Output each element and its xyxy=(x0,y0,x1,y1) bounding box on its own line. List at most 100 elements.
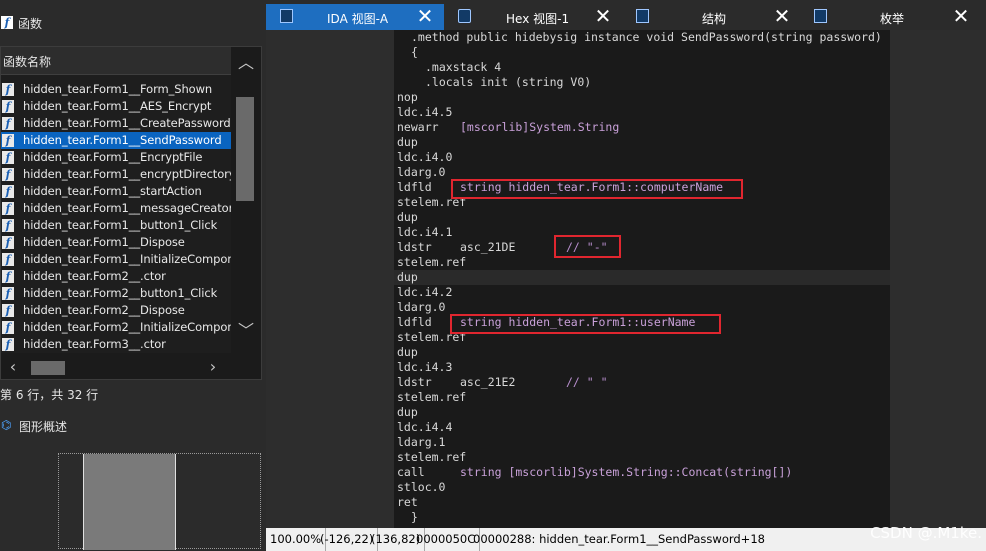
scroll-left-icon[interactable]: ‹ xyxy=(3,357,23,377)
close-icon[interactable]: ✕ xyxy=(771,5,793,27)
structures-icon xyxy=(636,9,649,23)
tab-label: IDA 视图-A xyxy=(327,12,389,26)
overview-viewport[interactable] xyxy=(83,454,176,550)
file-offset: 0000050C xyxy=(412,528,481,551)
code-mnemonic: ldfld xyxy=(397,315,432,329)
horizontal-scroll-thumb[interactable] xyxy=(31,361,65,375)
function-icon: f xyxy=(1,16,13,29)
function-list-item[interactable]: f hidden_tear.Form1__button1_Click xyxy=(1,217,231,234)
function-name: hidden_tear.Form1__messageCreator xyxy=(23,201,231,215)
function-name: hidden_tear.Form3__.ctor xyxy=(23,337,166,351)
functions-panel-title: 函数 xyxy=(18,17,43,31)
annotation-box-dash-comment xyxy=(554,235,621,258)
function-icon: f xyxy=(2,270,14,283)
function-list-item[interactable]: f hidden_tear.Form2__InitializeComponent xyxy=(1,319,231,336)
function-icon: f xyxy=(2,100,14,113)
function-icon: f xyxy=(2,338,14,351)
function-name: hidden_tear.Form1__startAction xyxy=(23,184,202,198)
code-mnemonic: ldarg.0 xyxy=(397,300,446,314)
tab-label: Hex 视图-1 xyxy=(506,12,570,26)
functions-list[interactable]: 函数名称 f hidden_tear.Form1__Form_Shown f hidd… xyxy=(0,46,262,380)
scroll-right-icon[interactable]: › xyxy=(203,357,223,377)
left-panel: f 函数 函数名称 f hidden_tear.Form1__Form_Shown… xyxy=(0,0,266,551)
graph-overview-canvas[interactable] xyxy=(58,453,261,550)
code-line[interactable]: dup xyxy=(394,270,890,285)
code-mnemonic: ldarg.0 xyxy=(397,165,446,179)
code-mnemonic: stelem.ref xyxy=(397,390,467,404)
code-mnemonic: ldstr xyxy=(397,240,432,254)
function-icon: f xyxy=(2,117,14,130)
code-mnemonic: ldc.i4.1 xyxy=(397,225,453,239)
function-list-item[interactable]: f hidden_tear.Form1__SendPassword xyxy=(1,132,231,149)
vertical-scrollbar[interactable]: ︿ ﹀ xyxy=(231,47,261,379)
code-mnemonic: ret xyxy=(397,495,418,509)
function-name: hidden_tear.Form1__button1_Click xyxy=(23,218,218,232)
code-mnemonic: dup xyxy=(397,345,418,359)
function-icon: f xyxy=(2,168,14,181)
function-list-item[interactable]: f hidden_tear.Form2__.ctor xyxy=(1,268,231,285)
function-rows: f hidden_tear.Form1__Form_Shown f hidden_te… xyxy=(1,81,231,353)
close-icon[interactable]: ✕ xyxy=(592,5,614,27)
tab-structures[interactable]: 结构 ✕ xyxy=(622,4,800,30)
vertical-scroll-thumb[interactable] xyxy=(236,97,254,201)
function-icon: f xyxy=(2,236,14,249)
disassembly-listing[interactable]: .method public hidebysig instance void S… xyxy=(394,30,890,528)
function-icon: f xyxy=(2,304,14,317)
code-operand[interactable]: [mscorlib]System.String xyxy=(460,120,619,135)
enums-icon xyxy=(814,9,827,23)
code-operand[interactable]: string [mscorlib]System.String::Concat(s… xyxy=(460,465,792,480)
function-list-item[interactable]: f hidden_tear.Form1__Form_Shown xyxy=(1,81,231,98)
function-list-item[interactable]: f hidden_tear.Form1__startAction xyxy=(1,183,231,200)
function-name: hidden_tear.Form2__.ctor xyxy=(23,269,166,283)
tab-bar: IDA 视图-A ✕ Hex 视图-1 ✕ 结构 ✕ 枚举 ✕ xyxy=(266,0,986,30)
function-list-item[interactable]: f hidden_tear.Form1__encryptDirectory xyxy=(1,166,231,183)
code-operand[interactable]: asc_21E2 xyxy=(460,375,515,390)
horizontal-scrollbar[interactable]: ‹ › xyxy=(1,353,231,379)
function-name: hidden_tear.Form1__Dispose xyxy=(23,235,185,249)
function-list-item[interactable]: f hidden_tear.Form1__EncryptFile xyxy=(1,149,231,166)
code-mnemonic: stloc.0 xyxy=(397,480,446,494)
graph-overview-icon: ⌬ xyxy=(1,418,12,432)
function-icon: f xyxy=(2,185,14,198)
code-mnemonic: .locals init (string V0) xyxy=(425,75,592,89)
ida-view-a[interactable]: .method public hidebysig instance void S… xyxy=(266,30,986,528)
function-list-item[interactable]: f hidden_tear.Form1__CreatePassword xyxy=(1,115,231,132)
code-operand[interactable]: asc_21DE xyxy=(460,240,515,255)
function-list-item[interactable]: f hidden_tear.Form1__Dispose xyxy=(1,234,231,251)
function-name: hidden_tear.Form1__InitializeComponent xyxy=(23,252,231,266)
function-list-item[interactable]: f hidden_tear.Form1__AES_Encrypt xyxy=(1,98,231,115)
row-count-status: 第 6 行，共 32 行 xyxy=(0,388,99,402)
function-icon: f xyxy=(2,202,14,215)
code-comment: // " " xyxy=(566,375,608,389)
annotation-box-username xyxy=(450,314,721,334)
function-icon: f xyxy=(2,151,14,164)
function-list-item[interactable]: f hidden_tear.Form2__Dispose xyxy=(1,302,231,319)
scroll-up-icon[interactable]: ︿ xyxy=(235,53,257,73)
tab-label: 枚举 xyxy=(880,12,905,26)
function-name: hidden_tear.Form1__SendPassword xyxy=(23,133,222,147)
tab-enums[interactable]: 枚举 ✕ xyxy=(800,4,986,30)
function-list-item[interactable]: f hidden_tear.Form1__messageCreator xyxy=(1,200,231,217)
column-header-function-name[interactable]: 函数名称 xyxy=(1,47,231,75)
code-mnemonic: ldc.i4.3 xyxy=(397,360,453,374)
code-mnemonic: dup xyxy=(397,135,418,149)
function-name: hidden_tear.Form2__button1_Click xyxy=(23,286,218,300)
overview-panel-header: ⌬ 图形概述 xyxy=(0,414,266,438)
function-list-item[interactable]: f hidden_tear.Form3__.ctor xyxy=(1,336,231,353)
tab-hex-view-1[interactable]: Hex 视图-1 ✕ xyxy=(444,4,622,30)
close-icon[interactable]: ✕ xyxy=(414,5,436,27)
function-list-item[interactable]: f hidden_tear.Form1__InitializeComponent xyxy=(1,251,231,268)
code-mnemonic: ldc.i4.0 xyxy=(397,150,453,164)
function-name: hidden_tear.Form2__Dispose xyxy=(23,303,185,317)
tab-label: 结构 xyxy=(702,12,727,26)
code-mnemonic: .method public hidebysig instance void S… xyxy=(411,30,882,44)
tab-ida-view-a[interactable]: IDA 视图-A ✕ xyxy=(266,4,444,30)
function-name: hidden_tear.Form1__Form_Shown xyxy=(23,82,213,96)
code-mnemonic: dup xyxy=(397,210,418,224)
function-icon: f xyxy=(2,83,14,96)
code-mnemonic: dup xyxy=(397,270,418,284)
close-icon[interactable]: ✕ xyxy=(950,5,972,27)
scroll-down-icon[interactable]: ﹀ xyxy=(235,321,257,341)
function-list-item[interactable]: f hidden_tear.Form2__button1_Click xyxy=(1,285,231,302)
function-icon: f xyxy=(2,134,14,147)
